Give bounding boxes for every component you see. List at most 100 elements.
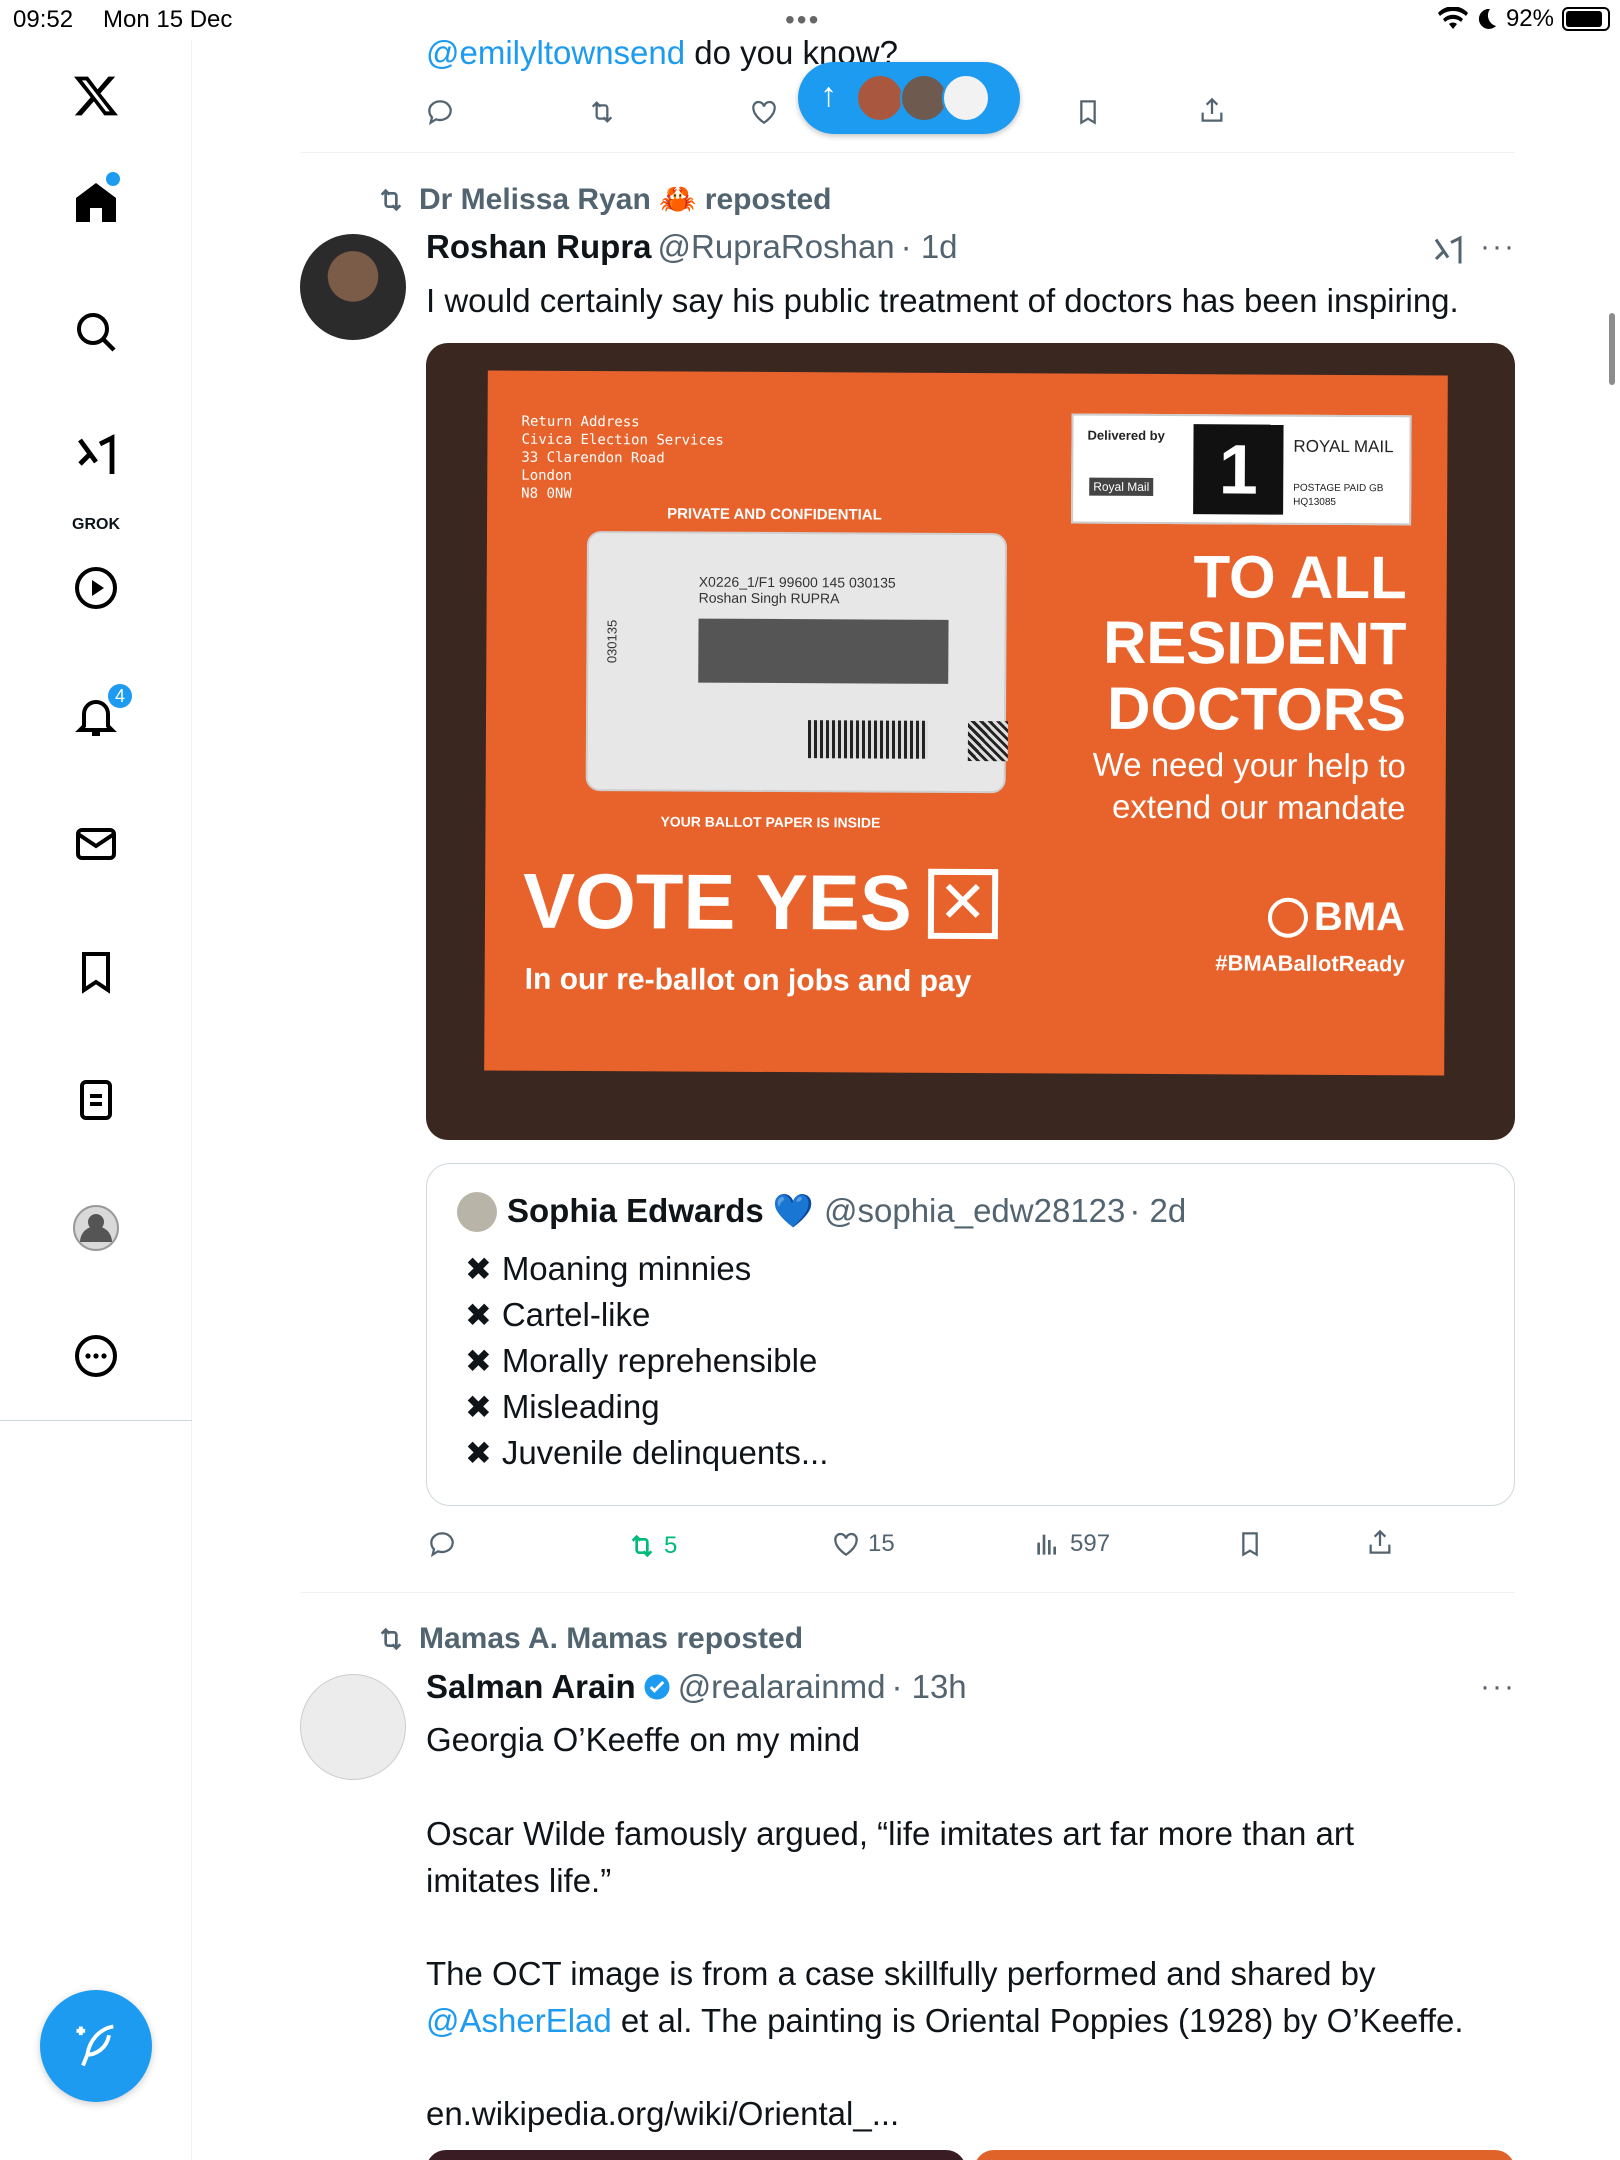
author-handle[interactable]: @realarainmd	[678, 1668, 886, 1706]
mention-link[interactable]: @AsherElad	[426, 2002, 612, 2039]
new-post-avatar	[856, 74, 904, 122]
checkbox-x-icon: ✕	[927, 868, 998, 939]
repost-button[interactable]	[586, 96, 618, 128]
quote-list-item: ✖ Moaning minnies	[465, 1250, 752, 1287]
home-unread-dot	[106, 172, 120, 186]
share-button[interactable]	[1364, 1526, 1396, 1558]
grok-label: GROK	[72, 516, 120, 533]
author-handle[interactable]: @RupraRoshan	[658, 228, 895, 266]
like-button[interactable]	[748, 96, 780, 128]
quote-list-item: ✖ Morally reprehensible	[465, 1342, 818, 1379]
battery-icon	[1562, 7, 1610, 31]
more-menu-icon[interactable]: ···	[1480, 1670, 1516, 1704]
tweet-text-line: @AsherElad et al. The painting is Orient…	[426, 2002, 1464, 2039]
wikipedia-link[interactable]: en.wikipedia.org/wiki/Oriental_...	[426, 2090, 1516, 2137]
repost-icon	[591, 101, 613, 123]
search-icon[interactable]	[60, 296, 132, 368]
repost-header: Mamas A. Mamas reposted	[375, 1622, 803, 1656]
sidebar-divider	[0, 1420, 192, 1421]
tweet-time[interactable]: · 1d	[901, 228, 958, 266]
hashtag: #BMABallotReady	[1215, 950, 1405, 977]
share-icon	[1201, 97, 1223, 122]
reposted-by-label[interactable]: Dr Melissa Ryan 🦀 reposted	[419, 182, 832, 217]
mandate-text: We need your help to extend our mandate	[1092, 745, 1406, 827]
address-window: X0226_1/F1 99600 145 030135 Roshan Singh…	[585, 531, 1009, 794]
reply-icon	[428, 100, 452, 126]
compose-post-button[interactable]	[40, 1990, 152, 2102]
compose-feather-icon	[76, 2024, 114, 2067]
more-options-icon[interactable]	[60, 1320, 132, 1392]
messages-icon[interactable]	[60, 808, 132, 880]
vote-yes: VOTE YES ✕	[523, 856, 998, 949]
vertical-code: 030135	[604, 619, 620, 664]
lists-icon[interactable]	[60, 1064, 132, 1136]
cross-icon: ✖	[465, 1251, 492, 1287]
tweet-text-line: Georgia O’Keeffe on my mind	[426, 1721, 861, 1758]
repost-icon	[380, 1627, 402, 1651]
bookmark-button[interactable]	[1234, 1528, 1266, 1560]
heart-icon	[834, 1532, 858, 1557]
bookmark-icon	[1080, 100, 1096, 125]
tweet-text-line: Oscar Wilde famously argued, “life imita…	[426, 1815, 1354, 1852]
avatar[interactable]	[300, 1674, 406, 1780]
reply-button[interactable]	[424, 96, 456, 128]
quote-list-item: ✖ Juvenile delinquents...	[465, 1434, 829, 1471]
scrollbar[interactable]	[1609, 313, 1615, 385]
author-name[interactable]: Roshan Rupra	[426, 228, 652, 266]
quote-header: Sophia Edwards 💙 @sophia_edw28123 · 2d	[507, 1192, 1186, 1231]
barcode	[807, 720, 929, 759]
author-name[interactable]: Salman Arain	[426, 1668, 636, 1706]
profile-avatar-icon[interactable]	[60, 1192, 132, 1264]
headline: TO ALL RESIDENT DOCTORS	[1102, 543, 1407, 744]
reply-button[interactable]	[426, 1528, 458, 1560]
tweet-text: I would certainly say his public treatme…	[426, 282, 1459, 319]
recipient-address: X0226_1/F1 99600 145 030135 Roshan Singh…	[698, 573, 896, 607]
analytics-icon	[1037, 1534, 1056, 1555]
repost-icon	[380, 188, 402, 211]
repost-icon	[631, 1534, 653, 1558]
quote-list-item: ✖ Cartel-like	[465, 1296, 651, 1333]
verified-badge-icon	[644, 1674, 670, 1700]
more-menu-icon[interactable]: ···	[1480, 230, 1516, 264]
quoted-tweet[interactable]: Sophia Edwards 💙 @sophia_edw28123 · 2d ✖…	[426, 1163, 1515, 1506]
grok-icon[interactable]	[60, 420, 132, 492]
new-post-avatar	[900, 74, 948, 122]
reply-icon	[430, 1532, 454, 1558]
grok-explain-icon[interactable]	[1430, 232, 1466, 268]
views-button[interactable]: 597	[1032, 1528, 1110, 1560]
avatar[interactable]	[300, 234, 406, 340]
cross-icon: ✖	[465, 1389, 492, 1425]
cross-icon: ✖	[465, 1435, 492, 1471]
repost-button[interactable]: 5	[626, 1530, 677, 1562]
ballot-inside-label: YOUR BALLOT PAPER IS INSIDE	[660, 813, 881, 831]
ballot-line: In our re-ballot on jobs and pay	[524, 962, 972, 999]
quote-avatar	[457, 1192, 497, 1232]
reposted-by-label[interactable]: Mamas A. Mamas reposted	[419, 1622, 803, 1656]
tweet-image[interactable]	[426, 2150, 966, 2160]
cross-icon: ✖	[465, 1343, 492, 1379]
redacted-block	[698, 618, 949, 684]
wifi-icon	[1437, 7, 1468, 29]
home-icon[interactable]	[60, 166, 132, 238]
bma-logo: BMA	[1267, 895, 1405, 941]
bookmarks-icon[interactable]	[60, 936, 132, 1008]
video-icon[interactable]	[60, 552, 132, 624]
battery-percent: 92%	[1505, 5, 1554, 32]
tweet-time[interactable]: · 13h	[891, 1668, 966, 1706]
private-label: PRIVATE AND CONFIDENTIAL	[667, 505, 882, 524]
x-logo-icon[interactable]	[60, 60, 132, 132]
share-button[interactable]	[1196, 94, 1228, 126]
like-button[interactable]: 15	[830, 1528, 895, 1560]
tweet-text-line: imitates life.”	[426, 1862, 612, 1899]
tweet-image[interactable]	[974, 2150, 1515, 2160]
mention-link[interactable]: @emilyltownsend	[426, 34, 685, 71]
return-address: Return Address Civica Election Services …	[521, 413, 724, 502]
new-posts-pill[interactable]: ↑	[798, 62, 1020, 134]
tweet-text-line: The OCT image is from a case skillfully …	[426, 1955, 1376, 1992]
bookmark-button[interactable]	[1072, 96, 1104, 128]
tweet-image[interactable]: Return Address Civica Election Services …	[426, 343, 1515, 1140]
tweet-separator	[300, 152, 1515, 153]
arrow-up-icon: ↑	[820, 76, 837, 114]
tweet-header: Salman Arain @realarainmd · 13h	[426, 1668, 967, 1706]
multitasking-dots-icon[interactable]: •••	[785, 4, 820, 36]
